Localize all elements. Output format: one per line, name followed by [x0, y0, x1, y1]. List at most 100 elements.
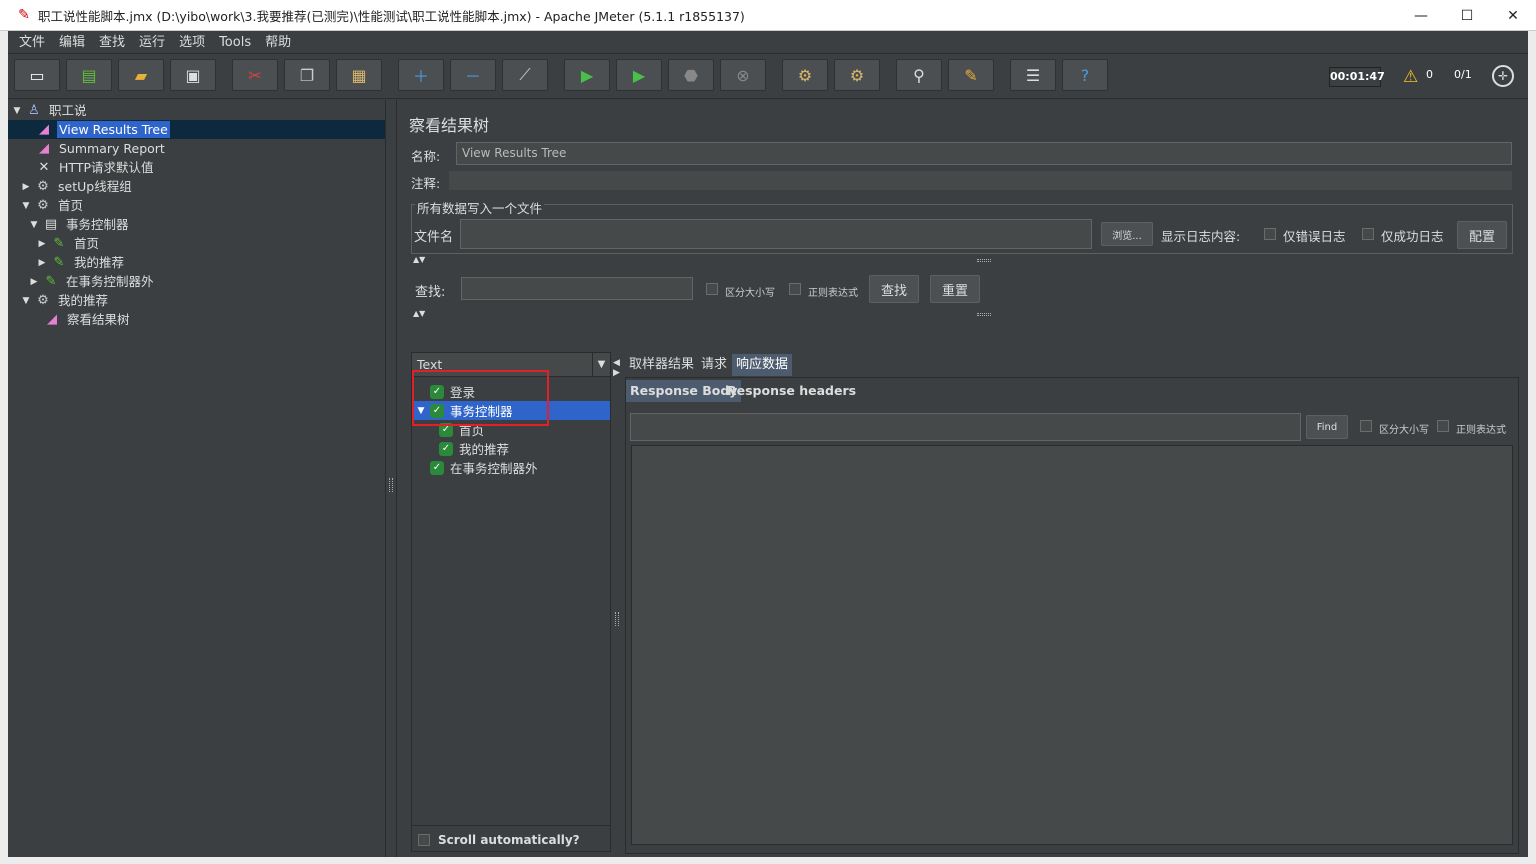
- expand-arrow-icon[interactable]: ▶: [37, 239, 47, 249]
- search-icon[interactable]: ⚲: [896, 59, 942, 91]
- gear-icon: ⚙: [37, 197, 49, 213]
- configure-button[interactable]: 配置: [1457, 221, 1507, 249]
- result-item-outside-controller[interactable]: ✓ 在事务控制器外: [430, 458, 538, 477]
- tree-item-results-tree-cn[interactable]: ◢ 察看结果树: [44, 310, 132, 329]
- search-button[interactable]: 查找: [869, 275, 919, 303]
- comment-field[interactable]: [449, 171, 1512, 190]
- collapse-arrow-icon[interactable]: ▼: [21, 201, 31, 211]
- stop-icon[interactable]: ⬣: [668, 59, 714, 91]
- tree-item-view-results-tree[interactable]: ◢ View Results Tree: [8, 120, 385, 139]
- start-no-pause-icon[interactable]: ▶: [616, 59, 662, 91]
- shutdown-icon[interactable]: ⊗: [720, 59, 766, 91]
- tree-item-outside-controller[interactable]: ▶ ✎ 在事务控制器外: [29, 272, 156, 291]
- menu-edit[interactable]: 编辑: [52, 31, 92, 54]
- name-field[interactable]: View Results Tree: [456, 142, 1512, 165]
- splitter-grip[interactable]: [615, 612, 619, 626]
- templates-icon[interactable]: ▤: [66, 59, 112, 91]
- find-input[interactable]: [630, 413, 1301, 441]
- expand-arrow-icon[interactable]: ▶: [37, 258, 47, 268]
- splitter-grip[interactable]: [977, 259, 991, 262]
- expand-arrow-icon[interactable]: ▶: [29, 277, 39, 287]
- help-icon[interactable]: ?: [1062, 59, 1108, 91]
- pen-icon: ✎: [53, 254, 65, 270]
- tree-item-setup-thread-group[interactable]: ▶ ⚙ setUp线程组: [21, 177, 134, 196]
- toggle-icon[interactable]: ⟋: [502, 59, 548, 91]
- success-only-checkbox[interactable]: [1362, 228, 1374, 240]
- tree-item-label: 首页: [74, 236, 100, 251]
- filename-input[interactable]: [460, 219, 1092, 249]
- collapse-icon[interactable]: －: [450, 59, 496, 91]
- tree-item-label: 事务控制器: [66, 217, 129, 232]
- splitter-arrows-icon[interactable]: ◀ ▶: [613, 358, 620, 378]
- window-title: 职工说性能脚本.jmx (D:\yibo\work\3.我要推荐(已测完)\性能…: [38, 8, 745, 24]
- success-shield-icon: ✓: [439, 441, 453, 456]
- search-input[interactable]: [461, 277, 693, 300]
- menu-options[interactable]: 选项: [172, 31, 212, 54]
- find-case-checkbox[interactable]: [1360, 420, 1372, 432]
- splitter-arrows-icon[interactable]: ▲▼: [413, 310, 425, 318]
- paste-icon[interactable]: ▦: [336, 59, 382, 91]
- collapse-arrow-icon[interactable]: ▼: [29, 220, 39, 230]
- copy-icon[interactable]: ❐: [284, 59, 330, 91]
- jmeter-feather-icon: ✎: [18, 7, 30, 23]
- mid-splitter[interactable]: ▲▼: [411, 310, 1513, 318]
- result-item-my-recommend[interactable]: ✓ 我的推荐: [439, 439, 509, 458]
- warning-count: 0: [1426, 68, 1433, 81]
- tree-item-homepage-group[interactable]: ▼ ⚙ 首页: [21, 196, 85, 215]
- function-helper-icon[interactable]: ☰: [1010, 59, 1056, 91]
- case-sensitive-checkbox[interactable]: [706, 283, 718, 295]
- tree-item-label: Summary Report: [59, 141, 165, 156]
- warning-icon[interactable]: ⚠: [1403, 67, 1418, 87]
- tree-item-http-defaults[interactable]: ✕ HTTP请求默认值: [36, 158, 156, 177]
- tab-sampler-result[interactable]: 取样器结果: [625, 354, 698, 376]
- tree-item-transaction-controller[interactable]: ▼ ▤ 事务控制器: [29, 215, 131, 234]
- maximize-button[interactable]: ☐: [1444, 0, 1490, 31]
- tree-item-my-recommend-sampler[interactable]: ▶ ✎ 我的推荐: [37, 253, 126, 272]
- tree-item-test-plan[interactable]: ▼ ♙ 职工说: [12, 101, 89, 120]
- menu-file[interactable]: 文件: [12, 31, 52, 54]
- tab-request[interactable]: 请求: [697, 354, 731, 376]
- new-icon[interactable]: ▭: [14, 59, 60, 91]
- dropdown-arrow-icon[interactable]: ▼: [592, 353, 610, 377]
- tree-item-my-recommend-group[interactable]: ▼ ⚙ 我的推荐: [21, 291, 110, 310]
- expand-icon[interactable]: ＋: [398, 59, 444, 91]
- browse-button[interactable]: 浏览...: [1101, 222, 1153, 246]
- reset-search-icon[interactable]: ✎: [948, 59, 994, 91]
- clear-all-icon[interactable]: ⚙: [834, 59, 880, 91]
- tab-response-data[interactable]: 响应数据: [732, 354, 793, 376]
- find-button[interactable]: Find: [1306, 415, 1348, 439]
- tree-item-summary-report[interactable]: ◢ Summary Report: [36, 139, 167, 158]
- clear-icon[interactable]: ⚙: [782, 59, 828, 91]
- menu-search[interactable]: 查找: [92, 31, 132, 54]
- remote-globe-icon[interactable]: ✛: [1492, 65, 1514, 87]
- results-splitter[interactable]: ◀ ▶: [613, 352, 621, 852]
- reset-button[interactable]: 重置: [930, 275, 980, 303]
- gear-icon: ⚙: [37, 292, 49, 308]
- collapse-arrow-icon[interactable]: ▼: [12, 106, 22, 116]
- response-body-text[interactable]: [631, 445, 1513, 845]
- subtab-response-headers[interactable]: Response headers: [723, 380, 860, 402]
- expand-arrow-icon[interactable]: ▶: [21, 182, 31, 192]
- menu-help[interactable]: 帮助: [258, 31, 298, 54]
- splitter-grip[interactable]: [389, 478, 393, 492]
- save-icon[interactable]: ▣: [170, 59, 216, 91]
- start-icon[interactable]: ▶: [564, 59, 610, 91]
- tree-item-homepage-sampler[interactable]: ▶ ✎ 首页: [37, 234, 101, 253]
- minimize-button[interactable]: —: [1398, 0, 1444, 31]
- tree-item-label: 我的推荐: [58, 293, 109, 308]
- open-icon[interactable]: ▰: [118, 59, 164, 91]
- menu-run[interactable]: 运行: [132, 31, 172, 54]
- collapse-arrow-icon[interactable]: ▼: [21, 296, 31, 306]
- close-button[interactable]: ✕: [1490, 0, 1536, 31]
- splitter-arrows-icon[interactable]: ▲▼: [413, 256, 425, 264]
- tree-splitter[interactable]: [387, 100, 395, 857]
- result-label: 我的推荐: [459, 442, 510, 457]
- menu-tools[interactable]: Tools: [212, 31, 258, 54]
- errors-only-checkbox[interactable]: [1264, 228, 1276, 240]
- cut-icon[interactable]: ✂: [232, 59, 278, 91]
- top-splitter[interactable]: ▲▼: [411, 256, 1513, 264]
- scroll-auto-checkbox[interactable]: [418, 834, 430, 846]
- splitter-grip[interactable]: [977, 313, 991, 316]
- find-regex-checkbox[interactable]: [1437, 420, 1449, 432]
- regex-checkbox[interactable]: [789, 283, 801, 295]
